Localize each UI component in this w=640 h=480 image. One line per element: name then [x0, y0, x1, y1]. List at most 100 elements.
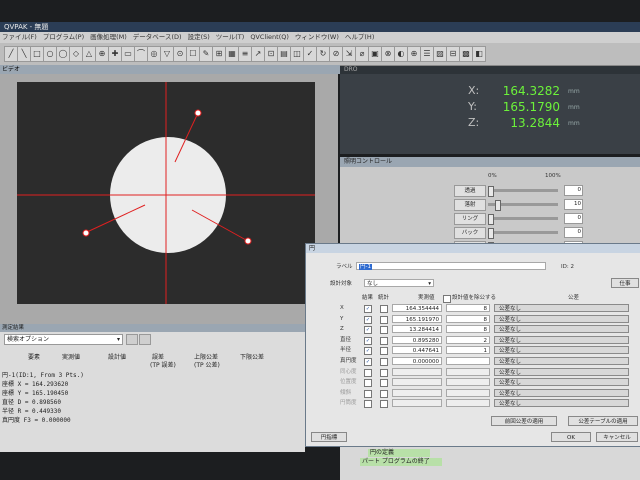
- light-slider-track[interactable]: [488, 217, 558, 220]
- result-checkbox[interactable]: ✓: [364, 315, 372, 324]
- print-icon[interactable]: [139, 334, 151, 345]
- toolbar-tool-icon[interactable]: ☰: [420, 46, 434, 62]
- toolbar-tool-icon[interactable]: ▽: [160, 46, 174, 62]
- toolbar-tool-icon[interactable]: ⊞: [212, 46, 226, 62]
- tree-item-end[interactable]: パート プログラムの終了: [360, 458, 442, 466]
- toolbar-tool-icon[interactable]: □: [30, 46, 44, 62]
- tolerance-button[interactable]: 公差なし: [494, 357, 629, 365]
- tolerance-button[interactable]: 公差なし: [494, 378, 629, 387]
- tree-item-circle[interactable]: 円の定義: [368, 449, 430, 457]
- circle-indicator-button[interactable]: 円指標: [311, 432, 347, 442]
- toolbar-tool-icon[interactable]: ⊗: [381, 46, 395, 62]
- results-filter-dropdown[interactable]: 検索オプション ▾: [4, 334, 123, 345]
- tolerance-button[interactable]: 公差なし: [494, 388, 629, 397]
- menu-item[interactable]: 設定(S): [188, 33, 210, 41]
- light-source-button[interactable]: バック: [454, 227, 486, 239]
- light-slider-thumb[interactable]: [488, 214, 494, 225]
- toolbar-tool-icon[interactable]: ▨: [433, 46, 447, 62]
- cancel-button[interactable]: キャンセル: [596, 432, 638, 442]
- tolerance-button[interactable]: 公差なし: [494, 346, 629, 355]
- toolbar-tool-icon[interactable]: ↻: [316, 46, 330, 62]
- design-value-field[interactable]: [446, 388, 490, 397]
- toolbar-tool-icon[interactable]: ▣: [368, 46, 382, 62]
- label-input[interactable]: 円-1: [356, 262, 546, 270]
- toolbar-tool-icon[interactable]: ◎: [147, 46, 161, 62]
- toolbar-tool-icon[interactable]: ╲: [17, 46, 31, 62]
- design-value-field[interactable]: 8: [446, 325, 490, 334]
- toolbar-tool-icon[interactable]: ╱: [4, 46, 18, 62]
- result-checkbox[interactable]: ✓: [364, 326, 372, 335]
- design-value-field[interactable]: [446, 378, 490, 387]
- design-value-field[interactable]: [446, 367, 490, 376]
- light-slider-thumb[interactable]: [495, 200, 501, 211]
- light-source-button[interactable]: 透過: [454, 185, 486, 197]
- toolbar-tool-icon[interactable]: ✚: [108, 46, 122, 62]
- design-value-field[interactable]: [446, 399, 490, 408]
- tolerance-button[interactable]: 公差なし: [494, 335, 629, 344]
- apply-tolerance-table-button[interactable]: 公差テーブルの適用: [568, 416, 638, 426]
- toolbar-tool-icon[interactable]: ◧: [472, 46, 486, 62]
- tolerance-button[interactable]: 公差なし: [494, 325, 629, 334]
- apply-previous-tolerance-button[interactable]: 前回公差の適用: [491, 416, 557, 426]
- toolbar-tool-icon[interactable]: ▦: [225, 46, 239, 62]
- light-slider-thumb[interactable]: [488, 186, 494, 197]
- toolbar-tool-icon[interactable]: ▭: [121, 46, 135, 62]
- stats-checkbox[interactable]: [380, 379, 388, 388]
- toolbar-tool-icon[interactable]: ☐: [186, 46, 200, 62]
- result-checkbox[interactable]: [364, 368, 372, 377]
- toolbar-tool-icon[interactable]: ⌀: [355, 46, 369, 62]
- design-value-field[interactable]: 1: [446, 346, 490, 355]
- menu-item[interactable]: ファイル(F): [2, 33, 37, 41]
- menu-item[interactable]: 画像処理(M): [90, 33, 127, 41]
- result-checkbox[interactable]: [364, 379, 372, 388]
- stats-checkbox[interactable]: [380, 336, 388, 345]
- result-checkbox[interactable]: ✓: [364, 358, 372, 366]
- toolbar-tool-icon[interactable]: ⊘: [329, 46, 343, 62]
- stats-checkbox[interactable]: [380, 347, 388, 356]
- result-checkbox[interactable]: ✓: [364, 347, 372, 356]
- light-slider-thumb[interactable]: [488, 228, 494, 239]
- light-slider-track[interactable]: [488, 189, 558, 192]
- toolbar-tool-icon[interactable]: ◯: [56, 46, 70, 62]
- design-value-field[interactable]: 8: [446, 304, 490, 312]
- design-value-field[interactable]: 8: [446, 314, 490, 323]
- light-value-spinner[interactable]: 0: [564, 213, 583, 224]
- toolbar-tool-icon[interactable]: ◫: [290, 46, 304, 62]
- close-button[interactable]: 仕事: [611, 278, 639, 288]
- design-value-field[interactable]: [446, 357, 490, 365]
- toolbar-tool-icon[interactable]: ⊕: [407, 46, 421, 62]
- toolbar-tool-icon[interactable]: ✓: [303, 46, 317, 62]
- toolbar-tool-icon[interactable]: ✎: [199, 46, 213, 62]
- light-slider-track[interactable]: [488, 231, 558, 234]
- stats-checkbox[interactable]: [380, 315, 388, 324]
- menu-item[interactable]: ウィンドウ(W): [295, 33, 339, 41]
- stats-checkbox[interactable]: [380, 326, 388, 335]
- toolbar-tool-icon[interactable]: ↗: [251, 46, 265, 62]
- light-value-spinner[interactable]: 10: [564, 199, 583, 210]
- menu-item[interactable]: ヘルプ(H): [345, 33, 374, 41]
- result-checkbox[interactable]: ✓: [364, 305, 372, 313]
- toolbar-tool-icon[interactable]: ⊕: [95, 46, 109, 62]
- copy-icon[interactable]: [126, 334, 138, 345]
- toolbar-tool-icon[interactable]: ⇲: [342, 46, 356, 62]
- toolbar-tool-icon[interactable]: ▤: [277, 46, 291, 62]
- toolbar-tool-icon[interactable]: ⊡: [264, 46, 278, 62]
- menu-item[interactable]: データベース(D): [133, 33, 182, 41]
- toolbar-tool-icon[interactable]: ○: [43, 46, 57, 62]
- light-value-spinner[interactable]: 0: [564, 227, 583, 238]
- light-value-spinner[interactable]: 0: [564, 185, 583, 196]
- tolerance-button[interactable]: 公差なし: [494, 304, 629, 312]
- design-value-field[interactable]: 2: [446, 335, 490, 344]
- toolbar-tool-icon[interactable]: ⊟: [446, 46, 460, 62]
- stats-checkbox[interactable]: [380, 305, 388, 313]
- toolbar-tool-icon[interactable]: ⌒: [134, 46, 148, 62]
- result-checkbox[interactable]: [364, 389, 372, 398]
- result-checkbox[interactable]: [364, 400, 372, 409]
- tolerance-button[interactable]: 公差なし: [494, 314, 629, 323]
- stats-checkbox[interactable]: [380, 368, 388, 377]
- toolbar-tool-icon[interactable]: ▩: [459, 46, 473, 62]
- ok-button[interactable]: OK: [551, 432, 591, 442]
- tolerance-button[interactable]: 公差なし: [494, 399, 629, 408]
- menu-item[interactable]: プログラム(P): [43, 33, 84, 41]
- design-target-select[interactable]: なし ▾: [364, 279, 434, 287]
